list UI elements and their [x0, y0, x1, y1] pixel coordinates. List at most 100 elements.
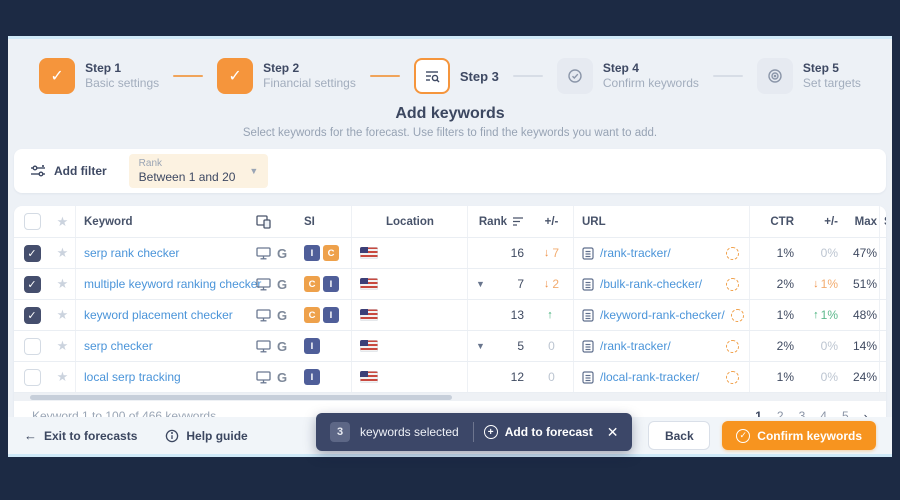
document-icon [582, 247, 594, 260]
select-all-checkbox[interactable] [24, 213, 41, 230]
sort-icon[interactable] [512, 216, 524, 227]
step-sublabel: Set targets [803, 76, 861, 91]
star-icon[interactable]: ★ [57, 276, 69, 292]
arrow-down-icon: ↓ [544, 278, 550, 290]
loading-spinner-icon [726, 340, 739, 353]
keyword-link[interactable]: serp rank checker [84, 246, 179, 260]
url-link[interactable]: /keyword-rank-checker/ [600, 308, 725, 322]
google-icon: G [277, 308, 287, 323]
keyword-link[interactable]: keyword placement checker [84, 308, 233, 322]
loading-spinner-icon [726, 371, 739, 384]
si-badge: C [304, 307, 320, 323]
star-icon[interactable]: ★ [57, 338, 69, 354]
help-guide-button[interactable]: Help guide [165, 429, 247, 443]
si-badge: I [323, 276, 339, 292]
star-icon[interactable]: ★ [57, 245, 69, 261]
exit-to-forecasts-button[interactable]: ← Exit to forecasts [24, 428, 137, 443]
help-label: Help guide [186, 429, 247, 443]
keyword-link[interactable]: multiple keyword ranking checker [84, 277, 261, 291]
devices-icon [254, 206, 298, 237]
step-label: Step 4 [603, 61, 699, 76]
rank-value: 12 [511, 370, 524, 384]
add-to-forecast-button[interactable]: + Add to forecast [484, 425, 593, 439]
url-link[interactable]: /bulk-rank-checker/ [600, 277, 702, 291]
col-rank-label: Rank [479, 216, 507, 228]
google-icon: G [277, 277, 287, 292]
col-ctr: CTR [750, 206, 800, 237]
desktop-icon [256, 247, 271, 260]
row-checkbox[interactable] [24, 276, 41, 293]
filter-bar: Add filter Rank Between 1 and 20 ▼ [14, 149, 886, 193]
keyword-link[interactable]: local serp tracking [84, 370, 181, 384]
row-checkbox[interactable] [24, 245, 41, 262]
us-flag-icon [360, 340, 378, 352]
filter-chip-field: Rank [139, 158, 236, 170]
url-link[interactable]: /rank-tracker/ [600, 246, 671, 260]
rank-delta: 0 [548, 370, 555, 384]
desktop-icon [256, 371, 271, 384]
close-icon[interactable]: ✕ [607, 424, 619, 441]
page-title: Add keywords [8, 105, 892, 123]
filter-sliders-icon [30, 164, 46, 178]
col-url: URL [574, 206, 750, 237]
url-link[interactable]: /local-rank-tracker/ [600, 370, 699, 384]
col-rank-delta: +/- [530, 206, 574, 237]
check-icon: ✓ [39, 58, 75, 94]
table-row: ★ serp rank checker G I C 16 ↓7 /rank-tr… [14, 238, 886, 269]
expand-chevron-icon[interactable]: ▼ [476, 279, 485, 289]
stepper-step-3[interactable]: Step 3 [414, 58, 499, 94]
expand-chevron-icon[interactable]: ▼ [476, 341, 485, 351]
keyword-link[interactable]: serp checker [84, 339, 153, 353]
row-checkbox[interactable] [24, 338, 41, 355]
col-rank[interactable]: Rank [468, 206, 530, 237]
stepper-step-1[interactable]: ✓ Step 1 Basic settings [39, 58, 159, 94]
stepper-step-2[interactable]: ✓ Step 2 Financial settings [217, 58, 356, 94]
max-value: 24% [853, 370, 877, 384]
ctr-delta: 0% [821, 246, 838, 260]
step-connector [370, 75, 400, 77]
add-to-forecast-label: Add to forecast [505, 425, 593, 439]
horizontal-scrollbar [14, 393, 886, 401]
confirm-keywords-button[interactable]: ✓ Confirm keywords [722, 421, 876, 450]
ctr-delta: 0% [821, 370, 838, 384]
step-label: Step 5 [803, 61, 861, 76]
rank-value: 13 [511, 308, 524, 322]
stepper-step-4[interactable]: Step 4 Confirm keywords [557, 58, 699, 94]
selection-toast: 3 keywords selected + Add to forecast ✕ [316, 413, 632, 451]
row-checkbox[interactable] [24, 369, 41, 386]
ctr-value: 1% [777, 370, 794, 384]
google-icon: G [277, 339, 287, 354]
add-filter-button[interactable]: Add filter [30, 164, 107, 178]
si-badge: C [323, 245, 339, 261]
table-row: ★ serp checker G I ▼5 0 /rank-tracker/ 2… [14, 331, 886, 362]
star-icon[interactable]: ★ [57, 369, 69, 385]
step-label: Step 1 [85, 61, 159, 76]
stepper-step-5[interactable]: Step 5 Set targets [757, 58, 861, 94]
check-circle-icon: ✓ [736, 429, 750, 443]
table-row: ★ local serp tracking G I 12 0 /local-ra… [14, 362, 886, 393]
ctr-value: 1% [777, 246, 794, 260]
arrow-down-icon: ↓ [544, 247, 550, 259]
rank-delta: 7 [552, 246, 559, 260]
google-icon: G [277, 370, 287, 385]
step-label: Step 3 [460, 69, 499, 84]
filter-chip-value: Between 1 and 20 [139, 170, 236, 184]
back-button[interactable]: Back [648, 421, 710, 450]
us-flag-icon [360, 309, 378, 321]
google-icon: G [277, 246, 287, 261]
rank-delta: 0 [548, 339, 555, 353]
divider [473, 422, 474, 442]
url-link[interactable]: /rank-tracker/ [600, 339, 671, 353]
info-icon [165, 429, 179, 443]
star-icon[interactable]: ★ [57, 307, 69, 323]
confirm-label: Confirm keywords [757, 429, 862, 443]
col-truncated: Se [880, 206, 886, 237]
row-checkbox[interactable] [24, 307, 41, 324]
ctr-delta: 1% [821, 308, 838, 322]
ctr-delta: 0% [821, 339, 838, 353]
arrow-down-icon: ↓ [813, 278, 819, 290]
chevron-down-icon: ▼ [249, 166, 258, 176]
scrollbar-thumb[interactable] [30, 395, 452, 400]
step-connector [513, 75, 543, 77]
filter-chip-rank[interactable]: Rank Between 1 and 20 ▼ [129, 154, 269, 188]
